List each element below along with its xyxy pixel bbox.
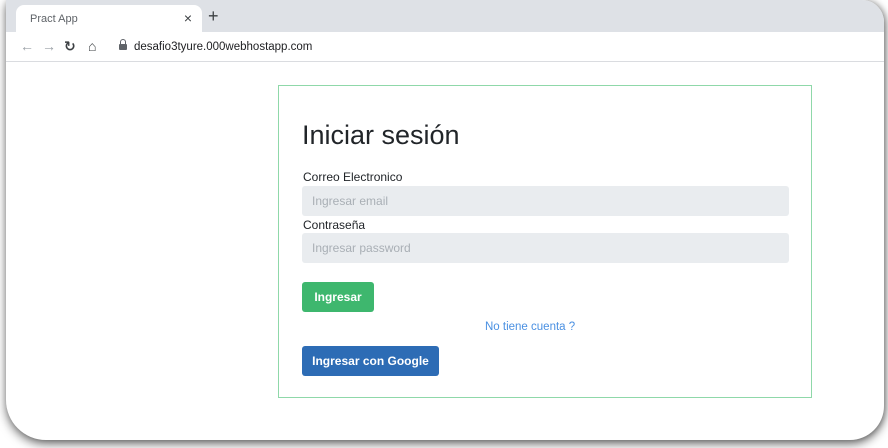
- close-tab-icon[interactable]: ×: [184, 10, 192, 26]
- password-label: Contraseña: [303, 218, 366, 232]
- new-tab-icon[interactable]: +: [208, 6, 219, 27]
- tab-strip: Pract App × +: [6, 0, 884, 32]
- back-arrow-icon[interactable]: ←: [20, 38, 34, 54]
- email-label: Correo Electronico: [303, 170, 403, 184]
- login-card: Iniciar sesión Correo Electronico Contra…: [278, 85, 812, 398]
- home-icon[interactable]: ⌂: [88, 38, 96, 54]
- google-login-button[interactable]: Ingresar con Google: [302, 346, 439, 376]
- browser-toolbar: ← → ↻ ⌂ desafio3tyure.000webhostapp.com: [6, 32, 884, 62]
- email-field[interactable]: [302, 186, 789, 216]
- tab-title: Pract App: [30, 12, 78, 25]
- browser-tab[interactable]: Pract App ×: [16, 5, 202, 32]
- address-bar[interactable]: desafio3tyure.000webhostapp.com: [134, 41, 312, 53]
- login-button[interactable]: Ingresar: [302, 282, 374, 312]
- browser-window: Pract App × + ← → ↻ ⌂ desafio3tyure.000w…: [6, 0, 884, 440]
- forward-arrow-icon[interactable]: →: [42, 38, 56, 54]
- reload-icon[interactable]: ↻: [64, 38, 76, 55]
- password-field[interactable]: [302, 233, 789, 263]
- lock-icon[interactable]: [119, 39, 127, 51]
- page-title: Iniciar sesión: [302, 120, 460, 150]
- no-account-link[interactable]: No tiene cuenta ?: [485, 321, 575, 333]
